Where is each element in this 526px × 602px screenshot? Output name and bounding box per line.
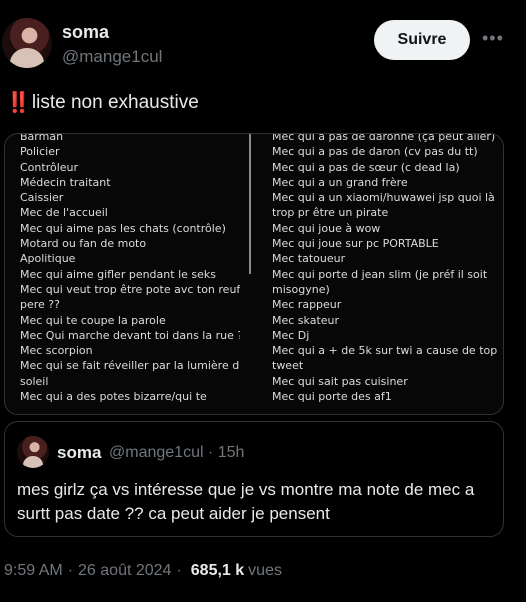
note-line: pere ?? [20, 298, 60, 312]
note-line: Mec qui a un grand frère [272, 175, 408, 189]
note-line: Caissier [20, 191, 64, 205]
author-name[interactable]: soma [62, 22, 109, 43]
quoted-time: 15h [217, 444, 245, 461]
note-line: Médecin traitant [20, 175, 111, 189]
author-handle[interactable]: @mange1cul [62, 47, 162, 67]
note-divider [249, 134, 251, 274]
note-line: Mec qui a un xiaomi/huwawei jsp quoi là … [272, 191, 497, 205]
tweet-footer: 9:59 AM · 26 août 2024 · 685,1 k vues [4, 562, 282, 580]
note-line: soleil [20, 374, 49, 388]
quoted-tweet[interactable]: soma @mange1cul · 15h mes girlz ça vs in… [4, 421, 504, 537]
note-right-column: Mec qui a pas de daronne (ça peut aller)… [272, 133, 497, 404]
note-line: Mec qui veut trop être pote avc ton reuf… [20, 282, 240, 296]
note-line: Mec qui joue à wow [272, 221, 381, 235]
note-line: Apolitique [20, 252, 76, 266]
note-line: Motard ou fan de moto [20, 237, 147, 251]
note-line: misogyne) [272, 282, 330, 296]
note-left-column: Barman Policier Contrôleur Médecin trait… [20, 133, 240, 404]
tweet-body: liste non exhaustive [31, 91, 199, 113]
tweet-text: ‼️ liste non exhaustive [6, 90, 199, 115]
tweet-header: soma @mange1cul Suivre ••• [0, 0, 526, 80]
note-line: Mec scorpion [20, 344, 93, 358]
note-line: Mec qui se fait réveiller par la lumière… [20, 359, 240, 373]
note-line: Mec qui porte d jean slim (je préf il so… [272, 267, 488, 281]
note-line: Mec qui joue sur pc PORTABLE [272, 237, 439, 251]
note-line: Mec qui a pas de sœur (c dead la) [272, 160, 460, 174]
note-line: Mec de l'accueil [20, 206, 108, 220]
avatar[interactable] [2, 18, 52, 68]
view-count: 685,1 k [190, 562, 245, 579]
views-label: vues [248, 562, 282, 579]
post-date[interactable]: 26 août 2024 [78, 562, 171, 580]
quoted-handle: @mange1cul [109, 444, 204, 461]
note-line: trop pr être un pirate [272, 206, 389, 220]
note-line: Mec qui a pas de daron (cv pas du tt) [272, 145, 478, 159]
quoted-text: mes girlz ça vs intéresse que je vs mont… [17, 480, 475, 523]
quoted-author-name: soma [57, 443, 102, 462]
post-time[interactable]: 9:59 AM [4, 562, 63, 580]
note-line: Policier [20, 145, 60, 159]
note-line: Mec qui a des potes bizarre/qui te [20, 390, 207, 404]
double-exclamation-icon: ‼️ [6, 92, 31, 114]
note-image[interactable]: Barman Policier Contrôleur Médecin trait… [4, 133, 504, 415]
note-line: Mec tatoueur [272, 252, 346, 266]
note-line: Mec qui aime pas les chats (contrôle) [20, 221, 226, 235]
note-line: Mec qui sait pas cuisiner [272, 374, 408, 388]
note-line: Mec Dj [272, 328, 310, 342]
quoted-meta: @mange1cul · 15h [109, 444, 245, 461]
note-line: Mec rappeur [272, 298, 342, 312]
more-horizontal-icon[interactable]: ••• [482, 28, 504, 48]
note-line: Mec qui a pas de daronne (ça peut aller) [272, 133, 496, 143]
note-line: Mec qui a + de 5k sur twi a cause de top [272, 344, 497, 358]
note-line: Mec Qui marche devant toi dans la rue ?? [20, 328, 240, 342]
note-line: Mec skateur [272, 313, 340, 327]
note-line: Mec qui porte des af1 [272, 390, 392, 404]
note-line: Contrôleur [20, 160, 79, 174]
note-line: Mec qui te coupe la parole [20, 313, 166, 327]
follow-button[interactable]: Suivre [374, 20, 470, 60]
note-line: tweet [272, 359, 304, 373]
quoted-avatar [17, 436, 49, 468]
note-line: Mec qui aime gifler pendant le seks [20, 267, 216, 281]
note-line: Barman [20, 133, 64, 143]
